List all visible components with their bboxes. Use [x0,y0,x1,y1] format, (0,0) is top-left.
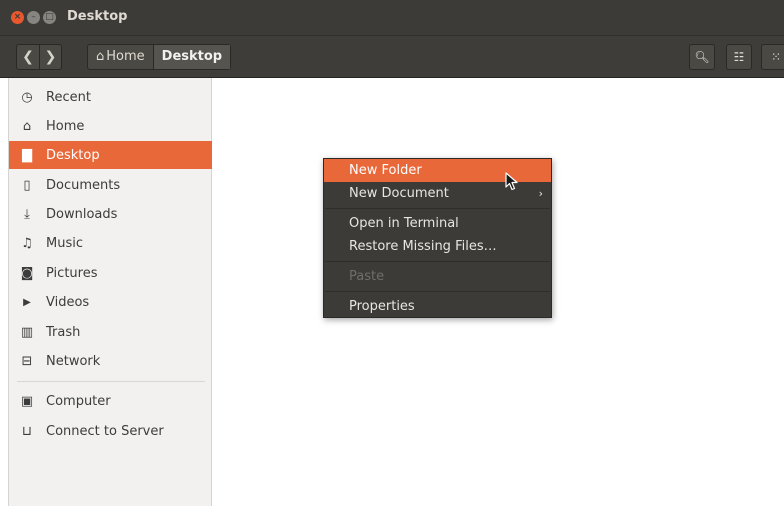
menu-item-restore-missing-files[interactable]: Restore Missing Files… [324,235,551,258]
camera-icon: ◙ [20,265,34,281]
menu-item-open-in-terminal[interactable]: Open in Terminal [324,212,551,235]
grid-view-icon: ⁙ [770,50,782,64]
navigation-buttons: ❮ ❯ [16,44,62,70]
home-icon: ⌂ [22,118,32,134]
sidebar-item-label: Home [46,118,85,134]
download-icon: ⤓ [24,206,30,222]
breadcrumb-home-label: Home [106,49,145,64]
list-view-icon: ☷ [733,50,745,64]
sidebar-item-label: Pictures [46,265,98,281]
sidebar-item-label: Downloads [46,206,118,222]
menu-item-paste: Paste [349,269,385,284]
menu-separator [325,208,550,209]
sidebar-item-label: Network [46,353,101,369]
list-view-button[interactable]: ☷ [726,44,752,70]
breadcrumb-desktop[interactable]: Desktop [152,45,231,69]
computer-icon: ▣ [20,393,34,409]
sidebar-item-label: Recent [46,89,91,105]
sidebar-item-trash[interactable]: ▥ Trash [9,318,212,346]
sidebar-item-documents[interactable]: ▯ Documents [9,171,212,199]
sidebar-item-label: Documents [46,177,121,193]
forward-button[interactable]: ❯ [39,45,61,69]
sidebar-item-computer[interactable]: ▣ Computer [9,387,212,415]
sidebar-item-label: Videos [46,294,90,310]
menu-item-properties[interactable]: Properties [324,295,551,318]
chevron-left-icon: ❮ [22,49,34,65]
sidebar-item-label: Computer [46,393,111,409]
sidebar-item-videos[interactable]: ▶ Videos [9,288,212,316]
sidebar: ◷ Recent ⌂ Home ▇ Desktop ▯ Documents ⤓ … [8,78,212,506]
music-icon: ♫ [21,235,33,251]
back-button[interactable]: ❮ [17,45,39,69]
mouse-cursor-icon [505,172,518,191]
breadcrumb-home[interactable]: ⌂ Home [88,45,153,69]
search-icon: 🔍︎ [694,50,710,64]
window-minimize-button[interactable]: – [27,11,40,24]
server-icon: ⊔ [21,423,33,439]
chevron-right-icon: ❯ [44,49,57,65]
grid-view-button[interactable]: ⁙ [761,44,784,70]
sidebar-item-recent[interactable]: ◷ Recent [9,83,212,111]
window-title: Desktop [67,9,128,24]
title-bar: × – □ Desktop [0,0,784,36]
trash-icon: ▥ [20,324,34,340]
video-icon: ▶ [23,296,31,308]
clock-icon: ◷ [21,89,33,105]
sidebar-divider [17,381,205,382]
sidebar-item-home[interactable]: ⌂ Home [9,112,212,140]
sidebar-item-label: Desktop [46,147,100,163]
sidebar-item-label: Trash [46,324,81,340]
sidebar-item-label: Connect to Server [46,423,164,439]
sidebar-item-network[interactable]: ⊟ Network [9,347,212,375]
sidebar-item-music[interactable]: ♫ Music [9,229,212,257]
sidebar-item-desktop[interactable]: ▇ Desktop [9,141,212,169]
menu-separator [325,261,550,262]
window-maximize-button[interactable]: □ [43,11,56,24]
menu-item-label: New Document [349,186,449,201]
search-button[interactable]: 🔍︎ [689,44,715,70]
window-close-button[interactable]: × [11,11,24,24]
folder-icon: ▇ [22,147,32,163]
home-icon: ⌂ [96,49,105,64]
sidebar-item-connect-to-server[interactable]: ⊔ Connect to Server [9,417,212,445]
sidebar-item-downloads[interactable]: ⤓ Downloads [9,200,212,228]
submenu-arrow-icon: › [538,187,543,200]
menu-separator [325,291,550,292]
breadcrumb: ⌂ Home Desktop [87,44,232,70]
sidebar-item-pictures[interactable]: ◙ Pictures [9,259,212,287]
breadcrumb-desktop-label: Desktop [161,49,223,64]
sidebar-item-label: Music [46,235,83,251]
network-icon: ⊟ [21,353,33,369]
toolbar: ❮ ❯ ⌂ Home Desktop 🔍︎ ☷ ⁙ [0,36,784,78]
document-icon: ▯ [23,177,31,193]
